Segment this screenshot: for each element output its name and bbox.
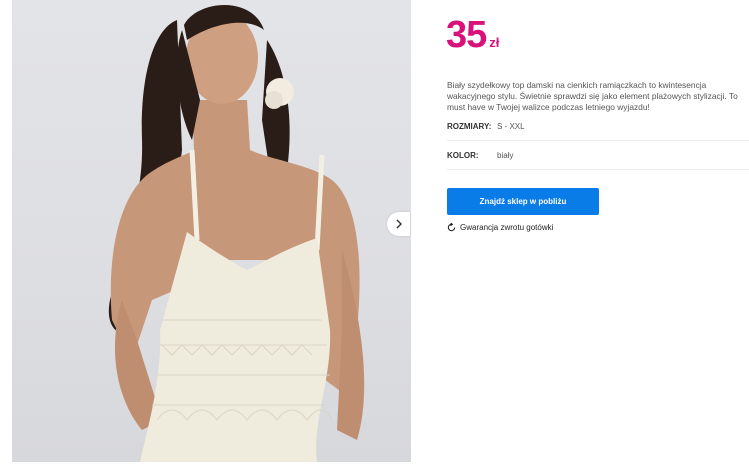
gallery-next-button[interactable] — [387, 212, 410, 236]
sizes-label: ROZMIARY: — [447, 122, 492, 131]
page-left-margin — [0, 0, 12, 467]
product-image[interactable] — [12, 0, 411, 462]
divider — [447, 140, 749, 141]
color-value: biały — [497, 151, 514, 160]
find-store-button[interactable]: Znajdź sklep w pobliżu — [447, 188, 599, 215]
product-price: 35 zł — [446, 14, 499, 57]
price-amount: 35 — [446, 14, 487, 56]
refresh-icon — [447, 223, 456, 232]
chevron-right-icon — [396, 219, 402, 229]
guarantee-label: Gwarancja zwrotu gotówki — [460, 223, 554, 232]
price-currency: zł — [489, 35, 500, 50]
divider — [447, 169, 749, 170]
truncated-top-text: ... — [447, 0, 454, 2]
color-label: KOLOR: — [447, 151, 479, 160]
money-back-guarantee-link[interactable]: Gwarancja zwrotu gotówki — [447, 223, 553, 232]
sizes-value: S - XXL — [497, 122, 525, 131]
product-description: Biały szydełkowy top damski na cienkich … — [447, 80, 738, 112]
